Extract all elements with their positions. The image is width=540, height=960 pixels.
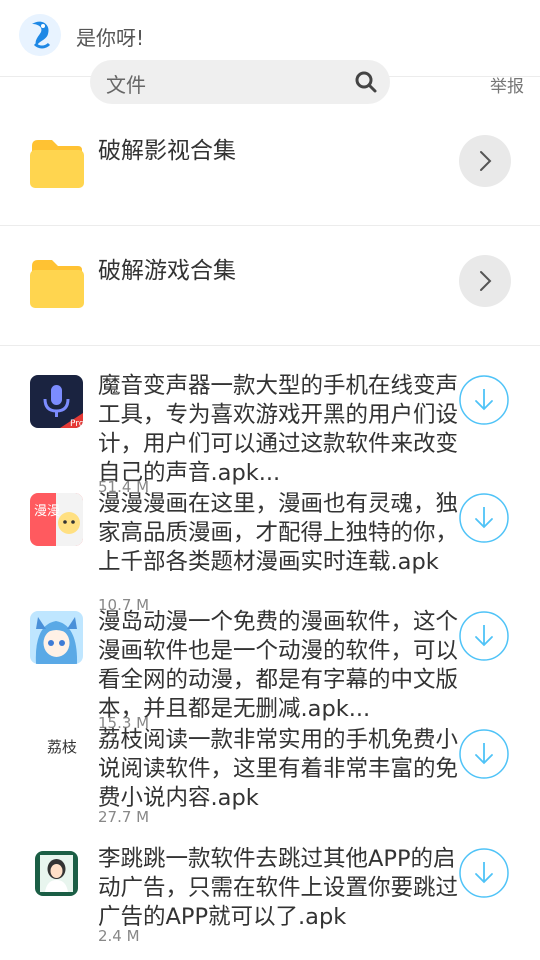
app-description: 荔枝阅读一款非常实用的手机免费小说阅读软件，这里有着非常丰富的免费小说内容.ap… — [98, 727, 459, 811]
download-icon[interactable] — [459, 729, 509, 779]
download-icon[interactable] — [459, 611, 509, 661]
greeting-text: 是你呀! — [76, 26, 145, 50]
download-icon[interactable] — [459, 375, 509, 425]
app-description: 李跳跳一款软件去跳过其他APP的启动广告，只需在软件上设置你要跳过广告的APP就… — [98, 846, 459, 930]
app-logo-icon — [19, 14, 61, 56]
app-description: 魔音变声器一款大型的手机在线变声工具，专为喜欢游戏开黑的用户们设计，用户们可以通… — [98, 373, 459, 486]
folder-title: 破解影视合集 — [98, 138, 236, 164]
report-link[interactable]: 举报 — [490, 72, 524, 97]
download-icon[interactable] — [459, 493, 509, 543]
svg-text:Pro: Pro — [70, 419, 83, 428]
folder-title: 破解游戏合集 — [98, 258, 236, 284]
search-icon[interactable] — [354, 70, 378, 94]
manga-app-icon: 漫漫 — [30, 493, 83, 546]
svg-text:漫漫: 漫漫 — [34, 504, 60, 519]
search-placeholder: 文件 — [106, 73, 146, 97]
folder-row-movies[interactable]: 破解影视合集 — [0, 105, 540, 226]
anime-app-icon — [30, 611, 83, 664]
lizhi-reader-app-icon: 荔枝 — [30, 729, 83, 782]
file-size: 2.4 M — [98, 927, 140, 945]
folder-icon — [30, 138, 84, 188]
chevron-right-icon[interactable] — [459, 255, 511, 307]
file-size: 27.7 M — [98, 808, 150, 826]
app-description: 漫岛动漫一个免费的漫画软件，这个漫画软件也是一个动漫的软件，可以看全网的动漫，都… — [98, 609, 459, 722]
app-description: 漫漫漫画在这里，漫画也有灵魂，独家高品质漫画，才配得上独特的你，上千部各类题材漫… — [98, 491, 459, 575]
search-bar[interactable]: 文件 — [90, 60, 390, 104]
skip-ad-app-icon — [35, 851, 78, 896]
folder-row-games[interactable]: 破解游戏合集 — [0, 225, 540, 346]
folder-icon — [30, 258, 84, 308]
download-icon[interactable] — [459, 848, 509, 898]
svg-text:荔枝: 荔枝 — [47, 738, 77, 756]
chevron-right-icon[interactable] — [459, 135, 511, 187]
voice-changer-app-icon: Pro — [30, 375, 83, 428]
